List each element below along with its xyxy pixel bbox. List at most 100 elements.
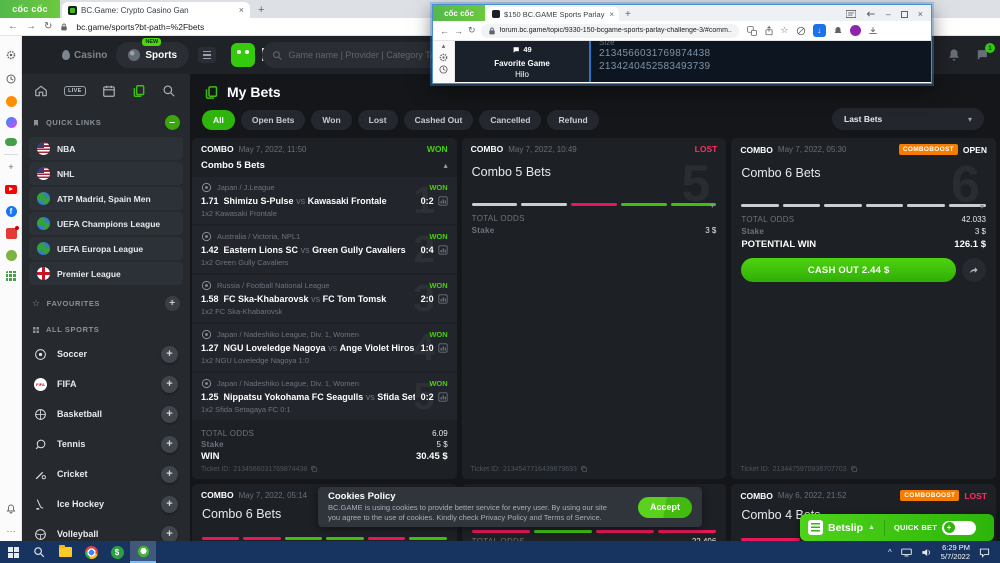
back-icon[interactable]: ← bbox=[440, 26, 449, 36]
copy-icon[interactable] bbox=[850, 465, 858, 473]
sidebar-item-premier-league[interactable]: Premier League bbox=[29, 262, 183, 285]
new-tab-button[interactable]: + bbox=[258, 4, 264, 16]
sidebar-item-atp-madrid[interactable]: ATP Madrid, Spain Men bbox=[29, 187, 183, 210]
filter-won[interactable]: Won bbox=[311, 110, 351, 130]
taskbar-search-icon[interactable] bbox=[26, 541, 52, 563]
chevron-down-icon[interactable]: ▾ bbox=[980, 202, 984, 211]
filter-cashed-out[interactable]: Cashed Out bbox=[404, 110, 474, 130]
add-sport-button[interactable]: + bbox=[161, 526, 178, 542]
forward-icon[interactable]: → bbox=[26, 21, 36, 32]
stats-icon[interactable] bbox=[438, 392, 448, 402]
coccoc-brand-logo[interactable]: cốc cốc bbox=[0, 0, 60, 18]
chevron-up-icon[interactable]: ▴ bbox=[444, 161, 448, 170]
taskbar-clock[interactable]: 6:29 PM 5/7/2022 bbox=[941, 543, 970, 561]
translate-icon[interactable] bbox=[747, 26, 757, 36]
back-icon[interactable]: ← bbox=[8, 21, 18, 32]
downloads-tray-icon[interactable] bbox=[868, 26, 878, 36]
tab-close-icon[interactable]: × bbox=[239, 5, 244, 15]
share-button[interactable] bbox=[962, 258, 986, 282]
filter-open-bets[interactable]: Open Bets bbox=[241, 110, 306, 130]
popup-tab[interactable]: $150 BC.GAME Sports Parlay × bbox=[487, 7, 619, 21]
filter-lost[interactable]: Lost bbox=[358, 110, 398, 130]
scroll-up-icon[interactable]: ▴ bbox=[442, 42, 446, 50]
bet-site-icon[interactable] bbox=[4, 226, 18, 240]
more-dots-icon[interactable]: ··· bbox=[4, 524, 18, 538]
bet-card-open[interactable]: COMBO May 7, 2022, 05:30 COMBOBOOST OPEN… bbox=[731, 138, 996, 479]
stats-icon[interactable] bbox=[438, 245, 448, 255]
new-tab-button[interactable]: + bbox=[625, 9, 631, 20]
history-clock-icon[interactable] bbox=[439, 65, 448, 74]
betslip-bar[interactable]: Betslip ▲ QUICK BET + bbox=[800, 514, 994, 541]
history-clock-icon[interactable] bbox=[4, 72, 18, 86]
coccoc-brand-logo[interactable]: cốc cốc bbox=[433, 5, 485, 21]
coccoc-taskbar-icon[interactable] bbox=[130, 541, 156, 563]
forum-popup-window[interactable]: cốc cốc $150 BC.GAME Sports Parlay × + –… bbox=[432, 4, 932, 84]
accept-cookies-button[interactable]: Accept bbox=[638, 497, 692, 518]
youtube-icon[interactable] bbox=[4, 182, 18, 196]
send-to-device-icon[interactable] bbox=[866, 10, 876, 18]
sidebar-item-basketball[interactable]: Basketball+ bbox=[22, 399, 190, 429]
file-explorer-icon[interactable] bbox=[52, 541, 78, 563]
sidebar-item-soccer[interactable]: Soccer+ bbox=[22, 339, 190, 369]
sidebar-item-volleyball[interactable]: Volleyball+ bbox=[22, 519, 190, 541]
add-sport-button[interactable]: + bbox=[161, 346, 178, 363]
sidebar-item-tennis[interactable]: Tennis+ bbox=[22, 429, 190, 459]
banking-app-icon[interactable]: $ bbox=[104, 541, 130, 563]
facebook-icon[interactable]: f bbox=[4, 204, 18, 218]
live-icon[interactable]: LIVE bbox=[64, 86, 85, 96]
network-icon[interactable] bbox=[901, 548, 912, 557]
sidebar-item-ice-hockey[interactable]: Ice Hockey+ bbox=[22, 489, 190, 519]
casino-tab[interactable]: Casino bbox=[62, 50, 107, 61]
download-active-icon[interactable]: ↓ bbox=[813, 24, 826, 37]
search-icon[interactable] bbox=[162, 84, 176, 98]
messenger-icon[interactable] bbox=[4, 115, 18, 129]
tab-close-icon[interactable]: × bbox=[609, 10, 614, 19]
chevron-down-icon[interactable]: ▾ bbox=[710, 201, 714, 210]
sidebar-item-nhl[interactable]: NHL bbox=[29, 162, 183, 185]
copy-icon[interactable] bbox=[580, 465, 588, 473]
bet-card-lost[interactable]: COMBO May 7, 2022, 10:49 LOST 5 Combo 5 … bbox=[462, 138, 727, 479]
minimize-icon[interactable]: – bbox=[886, 9, 891, 19]
reader-mode-icon[interactable] bbox=[846, 10, 856, 18]
sheets-icon[interactable] bbox=[4, 269, 18, 283]
browser-tab[interactable]: BC.Game: Crypto Casino Gan × bbox=[62, 2, 250, 18]
sidebar-item-nba[interactable]: NBA bbox=[29, 137, 183, 160]
rewards-crown-icon[interactable] bbox=[4, 94, 18, 108]
filter-all[interactable]: All bbox=[202, 110, 235, 130]
stats-icon[interactable] bbox=[438, 196, 448, 206]
reload-icon[interactable]: ↻ bbox=[44, 21, 52, 32]
sidebar-item-uefa-europa-league[interactable]: UEFA Europa League bbox=[29, 237, 183, 260]
share-icon[interactable] bbox=[764, 26, 774, 36]
sports-tab[interactable]: Sports NEW bbox=[116, 42, 189, 68]
notifications-bell-icon[interactable] bbox=[4, 502, 18, 516]
reload-icon[interactable]: ↻ bbox=[468, 25, 476, 36]
plant-icon[interactable] bbox=[4, 248, 18, 262]
copy-icon[interactable] bbox=[310, 465, 318, 473]
sidebar-item-cricket[interactable]: Cricket+ bbox=[22, 459, 190, 489]
blocked-content-icon[interactable] bbox=[796, 26, 806, 36]
add-shortcut-icon[interactable]: + bbox=[4, 160, 18, 174]
stats-icon[interactable] bbox=[438, 294, 448, 304]
sidebar-item-fifa[interactable]: FIFA FIFA+ bbox=[22, 369, 190, 399]
notifications-bell-icon[interactable] bbox=[947, 48, 962, 63]
chrome-icon[interactable] bbox=[78, 541, 104, 563]
add-sport-button[interactable]: + bbox=[161, 376, 178, 393]
close-icon[interactable]: × bbox=[918, 9, 923, 19]
hamburger-menu-icon[interactable] bbox=[198, 47, 216, 63]
add-sport-button[interactable]: + bbox=[161, 466, 178, 483]
profile-avatar[interactable] bbox=[850, 25, 861, 36]
collapse-quick-links-button[interactable]: – bbox=[165, 115, 180, 130]
add-favourite-button[interactable]: + bbox=[165, 296, 180, 311]
filter-refund[interactable]: Refund bbox=[547, 110, 598, 130]
tray-expand-icon[interactable]: ^ bbox=[888, 548, 892, 557]
add-sport-button[interactable]: + bbox=[161, 406, 178, 423]
popup-url-box[interactable]: forum.bc.game/topic/9330-150-bcgame-spor… bbox=[481, 24, 739, 38]
settings-gear-icon[interactable] bbox=[4, 48, 18, 62]
sort-dropdown[interactable]: Last Bets ▾ bbox=[832, 108, 984, 130]
favorite-game-value[interactable]: Hilo bbox=[515, 70, 529, 79]
bookmark-star-icon[interactable]: ☆ bbox=[781, 25, 789, 36]
add-sport-button[interactable]: + bbox=[161, 436, 178, 453]
start-button[interactable] bbox=[0, 541, 26, 563]
games-gamepad-icon[interactable] bbox=[4, 135, 18, 149]
volume-icon[interactable] bbox=[921, 548, 932, 557]
